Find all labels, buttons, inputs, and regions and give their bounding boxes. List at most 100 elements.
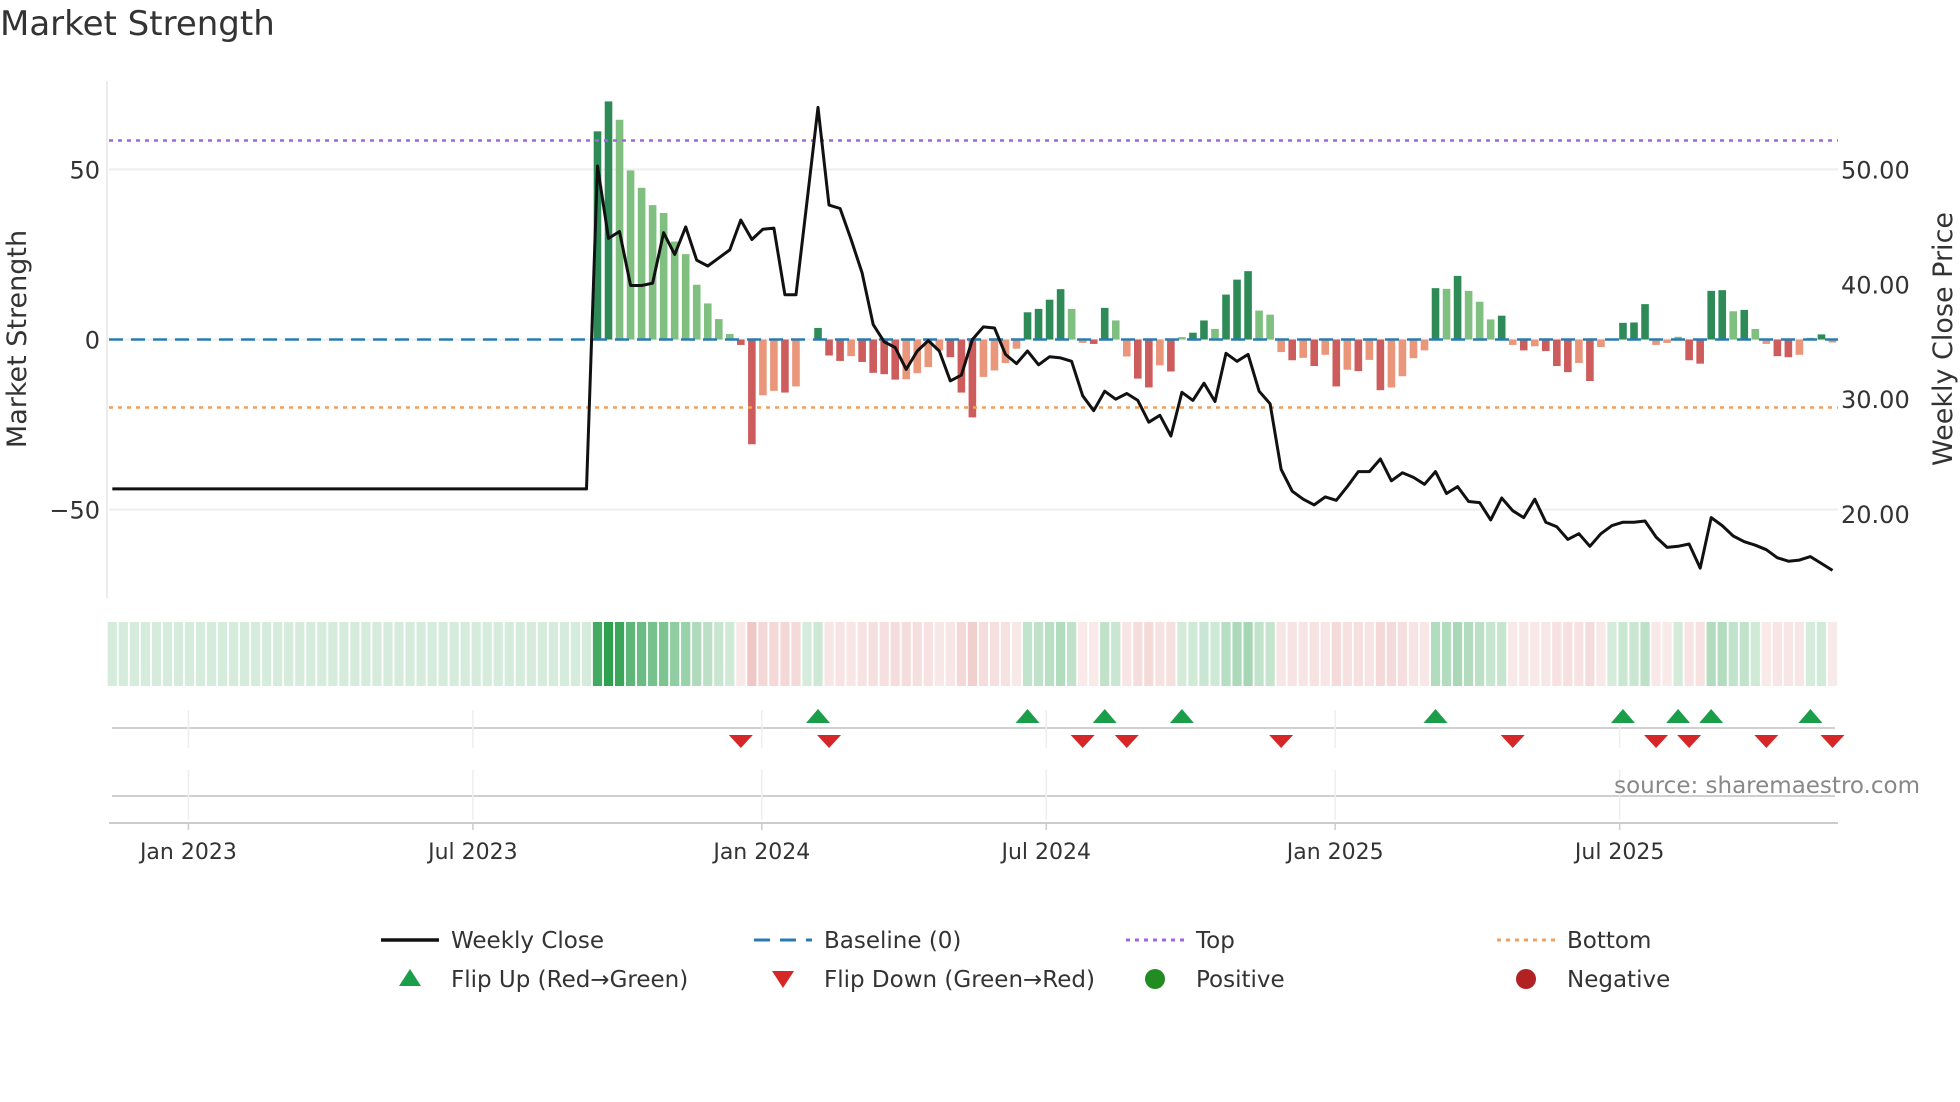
- strength-strip-cell: [1309, 622, 1319, 686]
- strength-strip-cell: [890, 622, 900, 686]
- strength-bar: [637, 187, 646, 340]
- strength-bar: [1376, 339, 1385, 391]
- strength-strip-cell: [383, 622, 393, 686]
- strength-strip-cell: [1695, 622, 1705, 686]
- strength-strip-cell: [603, 622, 614, 686]
- strength-strip-cell: [714, 622, 724, 686]
- strength-strip-cell: [1111, 622, 1121, 686]
- strength-strip-cell: [1265, 622, 1275, 686]
- strength-strip-cell: [570, 622, 581, 686]
- flip-up-marker: [1798, 709, 1823, 723]
- strength-strip-cell: [118, 622, 128, 686]
- strength-bar: [681, 254, 690, 340]
- strength-strip-cell: [1651, 622, 1661, 686]
- x-tick-label: Jan 2025: [1285, 840, 1384, 865]
- strength-bar: [1244, 271, 1252, 340]
- y-tick-right: 20.00: [1841, 501, 1910, 529]
- strength-strip-cell: [460, 622, 470, 686]
- strength-strip-cell: [1441, 622, 1452, 686]
- strength-strip-cell: [857, 622, 867, 686]
- flip-up-marker: [1666, 709, 1691, 723]
- strength-bar: [1321, 339, 1330, 355]
- strength-strip-cell: [317, 622, 327, 686]
- strength-strip-cell: [614, 622, 625, 686]
- legend-circle-icon: [1516, 969, 1536, 989]
- strength-bar: [1442, 288, 1451, 340]
- strength-strip-cell: [1508, 622, 1518, 686]
- strength-bar: [1707, 290, 1715, 340]
- legend-circle-icon: [1145, 969, 1165, 989]
- strength-strip-cell: [802, 622, 812, 686]
- strength-strip-cell: [537, 622, 547, 686]
- y-axis-label-left: Market Strength: [2, 230, 33, 448]
- strength-strip-cell: [1221, 622, 1231, 686]
- strength-bar: [1508, 339, 1517, 345]
- strength-strip-cell: [1486, 622, 1496, 686]
- strength-bar: [1630, 322, 1638, 340]
- strength-strip-cell: [1497, 622, 1507, 686]
- strength-strip-cell: [813, 622, 823, 686]
- strength-strip-cell: [1078, 622, 1088, 686]
- legend-label: Negative: [1567, 967, 1670, 993]
- strength-strip-cell: [195, 622, 206, 686]
- legend-label: Flip Down (Green→Red): [824, 967, 1095, 993]
- strength-strip-cell: [504, 622, 514, 686]
- strength-strip-cell: [1750, 622, 1760, 686]
- strength-strip-cell: [217, 622, 228, 686]
- strength-strip-cell: [1585, 622, 1595, 686]
- strength-strip-cell: [978, 622, 989, 686]
- strength-strip-cell: [1552, 622, 1562, 686]
- strength-strip-cell: [1000, 622, 1011, 686]
- y-tick-right: 40.00: [1841, 271, 1910, 299]
- x-tick-label: Jul 2023: [426, 840, 518, 865]
- flip-down-marker: [1070, 735, 1095, 748]
- strength-bar: [847, 339, 855, 357]
- strength-strip-cell: [284, 622, 294, 686]
- strength-bar: [1773, 339, 1782, 357]
- flip-down-marker: [1754, 735, 1779, 748]
- strength-strip-cell: [206, 622, 217, 686]
- flip-down-marker: [817, 735, 842, 748]
- strength-strip-cell: [1243, 622, 1253, 686]
- strength-strip-cell: [912, 622, 922, 686]
- strength-bar: [1619, 322, 1627, 340]
- strength-bar: [1332, 339, 1341, 387]
- strength-bar: [1266, 314, 1274, 340]
- strength-strip-cell: [107, 622, 117, 686]
- strength-strip-cell: [140, 622, 150, 686]
- strength-bar: [1420, 339, 1429, 351]
- strength-strip-cell: [835, 622, 845, 686]
- strength-bar: [1453, 275, 1462, 340]
- strength-strip-cell: [438, 622, 448, 686]
- strength-strip-cell: [791, 622, 801, 686]
- strength-strip-cell: [1067, 622, 1077, 686]
- strength-bar: [1354, 339, 1363, 372]
- strength-strip-cell: [416, 622, 426, 686]
- legend-label: Weekly Close: [451, 928, 604, 954]
- strength-bar: [1299, 339, 1308, 358]
- strength-strip-cell: [1684, 622, 1694, 686]
- strength-strip-cell: [1089, 622, 1099, 686]
- flip-up-marker: [806, 709, 831, 723]
- strength-bar: [1519, 339, 1528, 351]
- strength-strip-cell: [1022, 622, 1033, 686]
- strength-bar: [1663, 339, 1671, 343]
- y-tick-left: 0: [85, 327, 100, 355]
- strength-strip-cell: [482, 622, 492, 686]
- flip-down-marker: [728, 735, 753, 748]
- strength-bar: [692, 284, 701, 340]
- strength-bar: [1784, 339, 1793, 358]
- strength-bar: [1277, 339, 1285, 353]
- y-axis-label-right: Weekly Close Price: [1928, 212, 1959, 466]
- strength-bar: [836, 339, 844, 361]
- strength-bar: [1398, 339, 1407, 377]
- y-tick-right: 30.00: [1841, 386, 1910, 414]
- strength-bar: [1365, 339, 1374, 360]
- strength-bar: [1464, 290, 1473, 340]
- y-tick-right: 50.00: [1841, 156, 1910, 184]
- flip-down-marker: [1820, 735, 1845, 748]
- legend-triangle-down-icon: [772, 971, 794, 988]
- legend-label: Top: [1195, 928, 1235, 954]
- strength-strip-cell: [173, 622, 184, 686]
- flip-up-marker: [1610, 709, 1635, 723]
